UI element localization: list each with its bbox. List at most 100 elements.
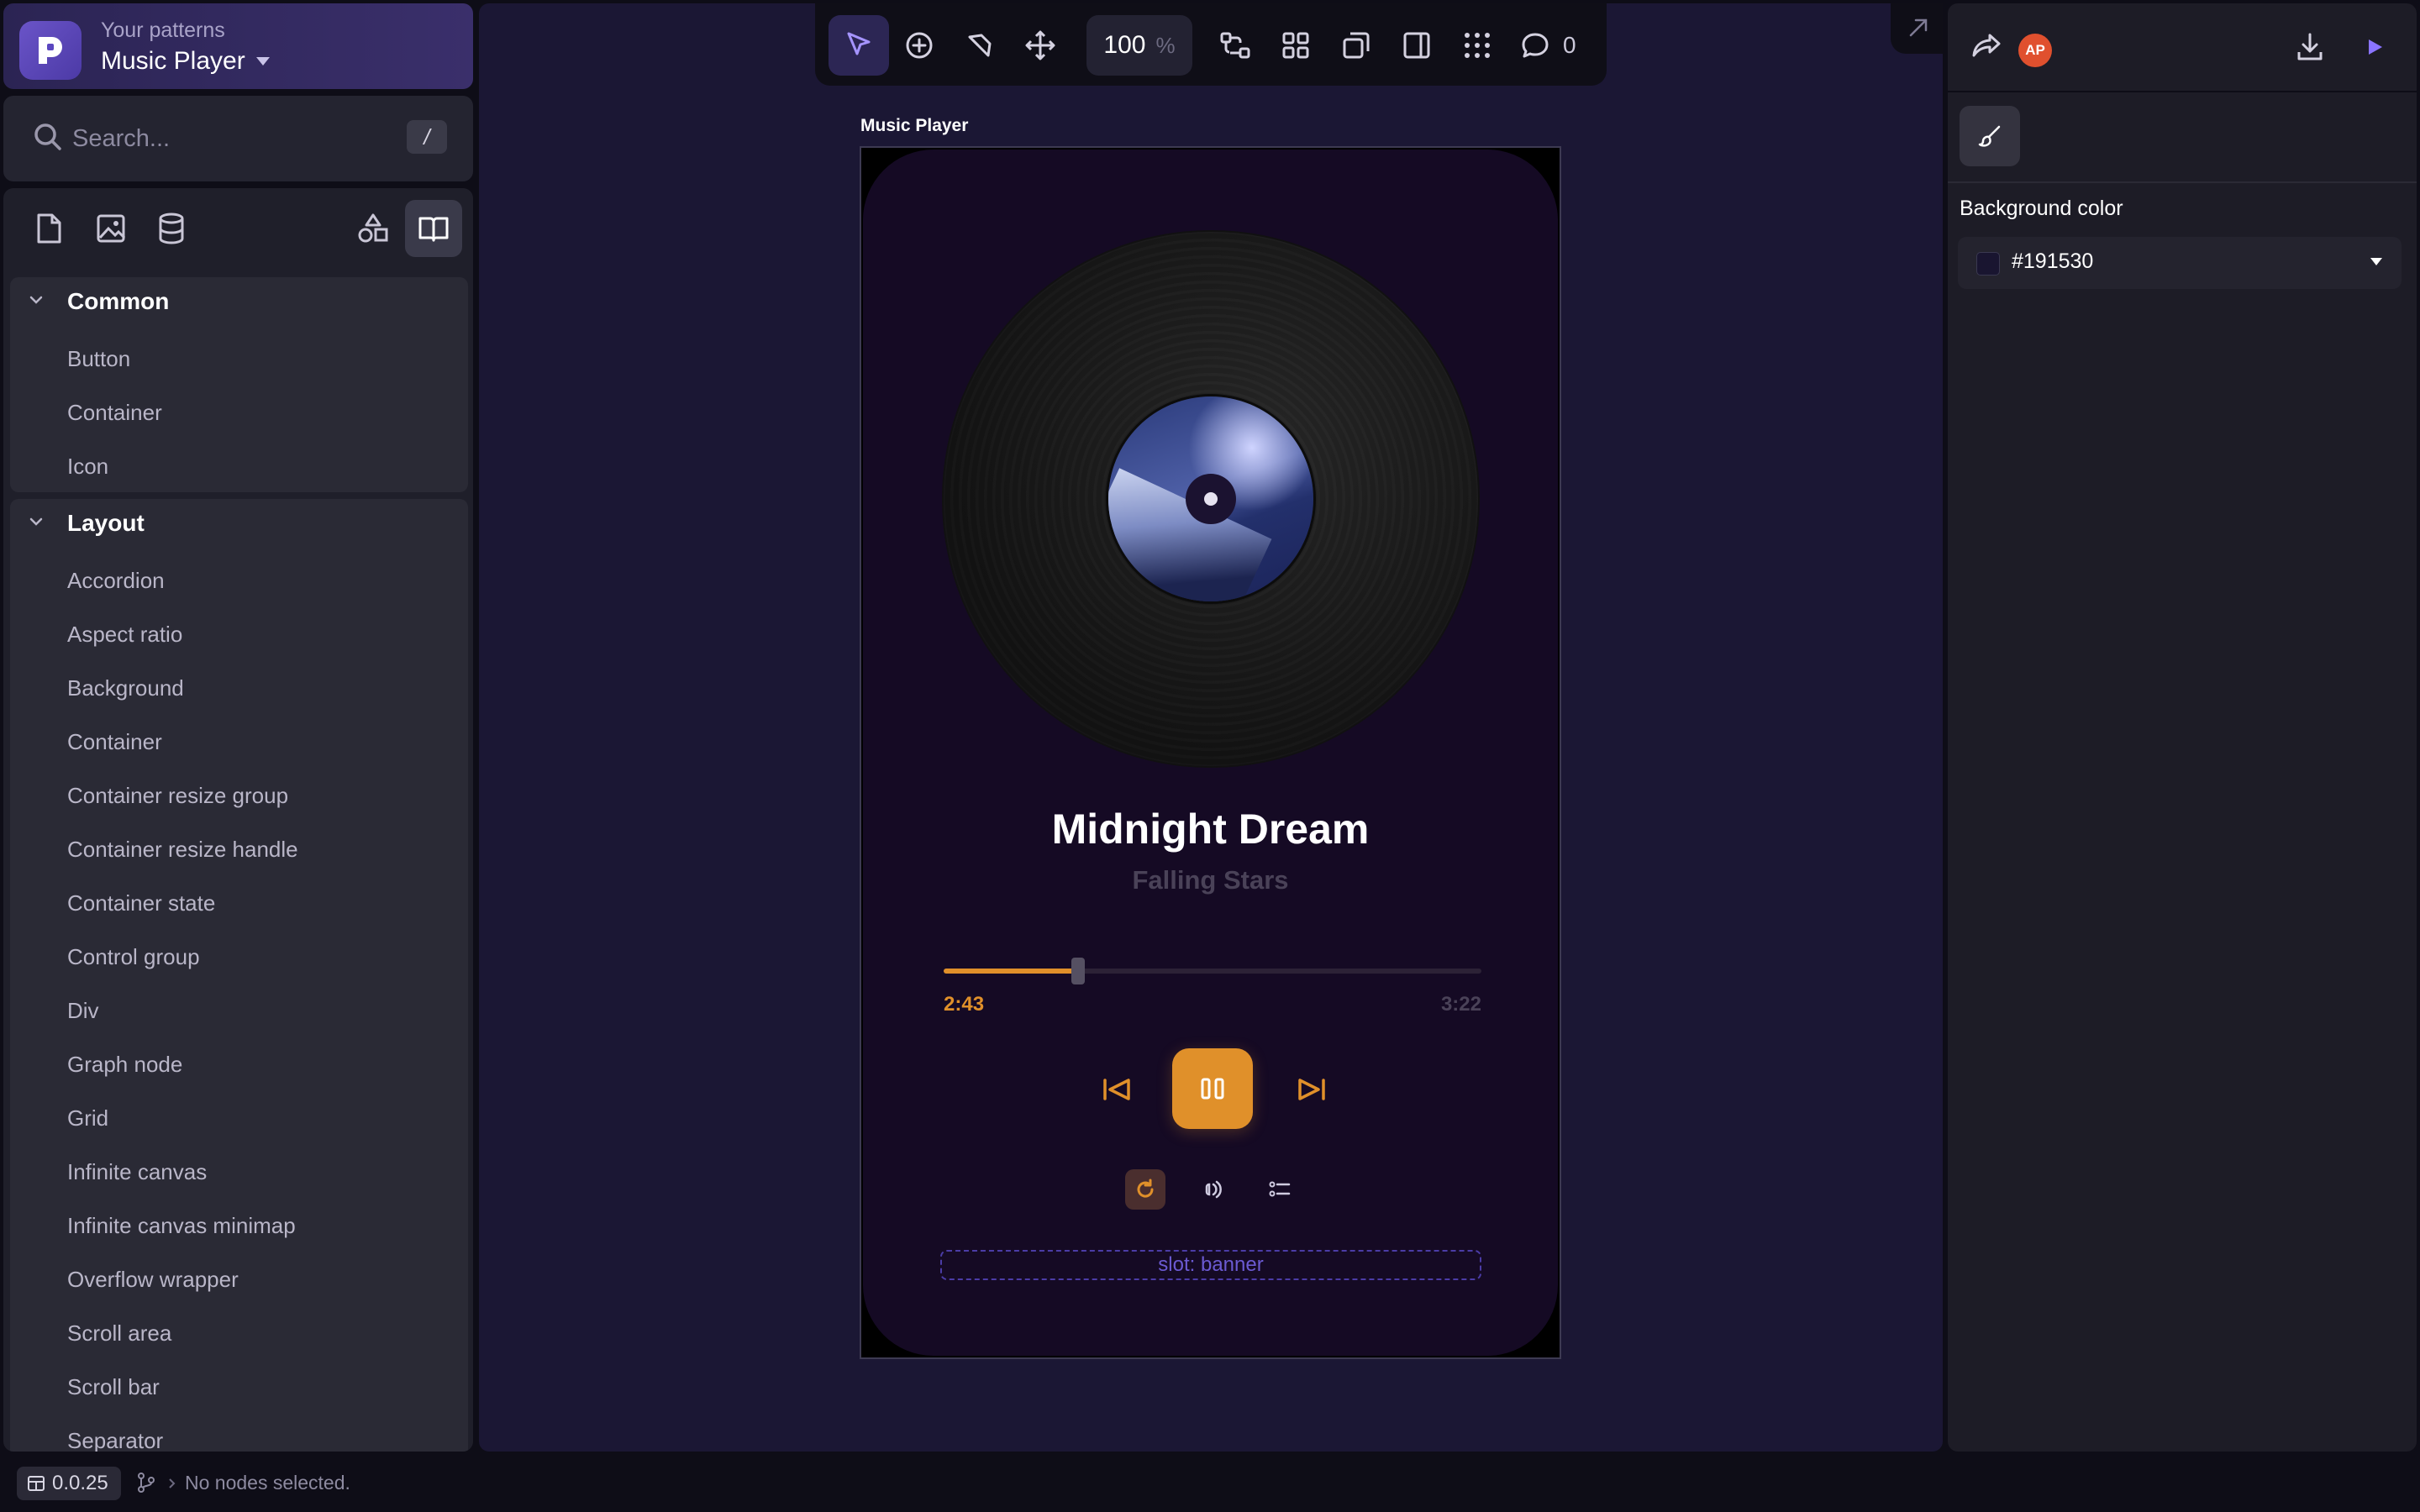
progress-thumb[interactable]	[1071, 958, 1085, 984]
group-title: Common	[67, 288, 170, 314]
expand-arrow-icon	[1909, 18, 1928, 37]
list-item[interactable]: Button	[67, 346, 130, 372]
search-shortcut-badge: /	[407, 120, 447, 154]
caret-down-icon	[2370, 258, 2382, 265]
volume-button[interactable]	[1192, 1169, 1233, 1210]
brush-icon	[1978, 125, 2001, 147]
group-header-layout[interactable]: Layout	[10, 499, 468, 546]
group-common: Common Button Container Icon	[10, 277, 468, 492]
pen-tool-button[interactable]	[950, 15, 1010, 76]
player-screen: Midnight Dream Falling Stars 2:43 3:22 s…	[863, 150, 1558, 1356]
image-icon	[97, 214, 126, 243]
skip-previous-icon	[1103, 1079, 1130, 1100]
bg-color-label: Background color	[1960, 197, 2123, 220]
tab-pages[interactable]	[20, 200, 77, 257]
list-item[interactable]: Background	[67, 675, 184, 701]
expand-tab[interactable]	[1891, 3, 1943, 54]
list-item[interactable]: Container state	[67, 890, 215, 916]
list-item[interactable]: Container resize group	[67, 783, 288, 809]
music-player-frame[interactable]: Midnight Dream Falling Stars 2:43 3:22 s…	[860, 146, 1561, 1359]
preview-play-button[interactable]	[2365, 37, 2385, 61]
panel-toggle-button[interactable]	[1386, 15, 1447, 76]
panel-divider	[1948, 181, 2417, 183]
list-item[interactable]: Grid	[67, 1105, 108, 1131]
volume-icon	[1205, 1180, 1222, 1199]
list-item[interactable]: Container	[67, 400, 162, 426]
list-item[interactable]: Graph node	[67, 1052, 182, 1078]
move-tool-button[interactable]	[1010, 15, 1071, 76]
project-title[interactable]: Music Player	[101, 47, 271, 76]
share-icon	[1972, 34, 2001, 57]
previous-button[interactable]	[1098, 1070, 1137, 1109]
list-item[interactable]: Accordion	[67, 568, 165, 594]
list-item[interactable]: Infinite canvas	[67, 1159, 207, 1185]
list-item[interactable]: Container	[67, 729, 162, 755]
repeat-button[interactable]	[1125, 1169, 1165, 1210]
plus-circle-icon	[906, 32, 933, 59]
component-library: Common Button Container Icon Layout Acco…	[3, 188, 473, 1452]
duration: 3:22	[1440, 993, 1481, 1016]
playlist-button[interactable]	[1260, 1169, 1300, 1210]
progress-track[interactable]	[944, 958, 1481, 984]
logo-icon	[39, 37, 62, 64]
list-item[interactable]: Separator	[67, 1428, 163, 1452]
tab-shapes[interactable]	[345, 200, 402, 257]
list-item[interactable]: Container resize handle	[67, 837, 298, 863]
properties-panel: Background color #191530	[1948, 92, 2417, 1452]
select-tool-button[interactable]	[829, 15, 889, 76]
move-icon	[1025, 30, 1055, 60]
tab-data[interactable]	[143, 200, 200, 257]
list-icon	[1269, 1181, 1291, 1197]
comment-count: 0	[1563, 32, 1576, 58]
color-swatch[interactable]	[1976, 252, 2000, 276]
search-input[interactable]	[72, 121, 392, 156]
tab-components[interactable]	[405, 200, 462, 257]
cursor-icon	[847, 32, 871, 55]
zoom-control[interactable]: 100 %	[1086, 15, 1192, 76]
sidebar-icon	[1403, 32, 1430, 59]
shapes-icon	[358, 213, 388, 243]
frame-label[interactable]: Music Player	[860, 116, 968, 136]
list-item[interactable]: Infinite canvas minimap	[67, 1213, 296, 1239]
dots-grid-button[interactable]	[1447, 15, 1507, 76]
list-item[interactable]: Aspect ratio	[67, 622, 182, 648]
skip-next-icon	[1298, 1079, 1325, 1100]
book-icon	[418, 217, 449, 242]
zoom-value: 100	[1103, 31, 1146, 59]
selection-text: No nodes selected.	[185, 1472, 350, 1494]
banner-slot[interactable]: slot: banner	[940, 1250, 1481, 1280]
group-title: Layout	[67, 510, 145, 536]
song-title: Midnight Dream	[1051, 806, 1370, 853]
right-header: AP	[1948, 3, 2417, 91]
download-button[interactable]	[2296, 32, 2324, 66]
group-header-common[interactable]: Common	[10, 277, 468, 324]
user-avatar[interactable]: AP	[2018, 34, 2052, 67]
list-item[interactable]: Scroll bar	[67, 1374, 160, 1400]
app-logo	[19, 21, 82, 80]
dots-grid-icon	[1465, 33, 1490, 58]
version-badge[interactable]: 0.0.25	[17, 1467, 121, 1500]
list-item[interactable]: Overflow wrapper	[67, 1267, 239, 1293]
status-bar: 0.0.25 No nodes selected.	[0, 1455, 2420, 1512]
list-item[interactable]: Div	[67, 998, 99, 1024]
list-item[interactable]: Icon	[67, 454, 108, 480]
zoom-unit: %	[1155, 32, 1176, 58]
share-button[interactable]	[1971, 32, 2002, 65]
project-title-text: Music Player	[101, 47, 245, 75]
project-header[interactable]: Your patterns Music Player	[3, 3, 473, 89]
grid-view-button[interactable]	[1265, 15, 1326, 76]
next-button[interactable]	[1292, 1070, 1330, 1109]
chevron-right-icon	[169, 1478, 176, 1488]
connect-button[interactable]	[1205, 15, 1265, 76]
pause-button[interactable]	[1172, 1048, 1253, 1129]
insert-button[interactable]	[889, 15, 950, 76]
duplicate-button[interactable]	[1326, 15, 1386, 76]
style-tab-button[interactable]	[1960, 106, 2020, 166]
comments-button[interactable]	[1512, 15, 1558, 76]
tab-images[interactable]	[82, 200, 139, 257]
repeat-icon	[1137, 1179, 1154, 1198]
bg-color-select[interactable]: #191530	[1958, 237, 2402, 289]
list-item[interactable]: Scroll area	[67, 1320, 171, 1347]
database-icon	[159, 213, 184, 244]
list-item[interactable]: Control group	[67, 944, 200, 970]
